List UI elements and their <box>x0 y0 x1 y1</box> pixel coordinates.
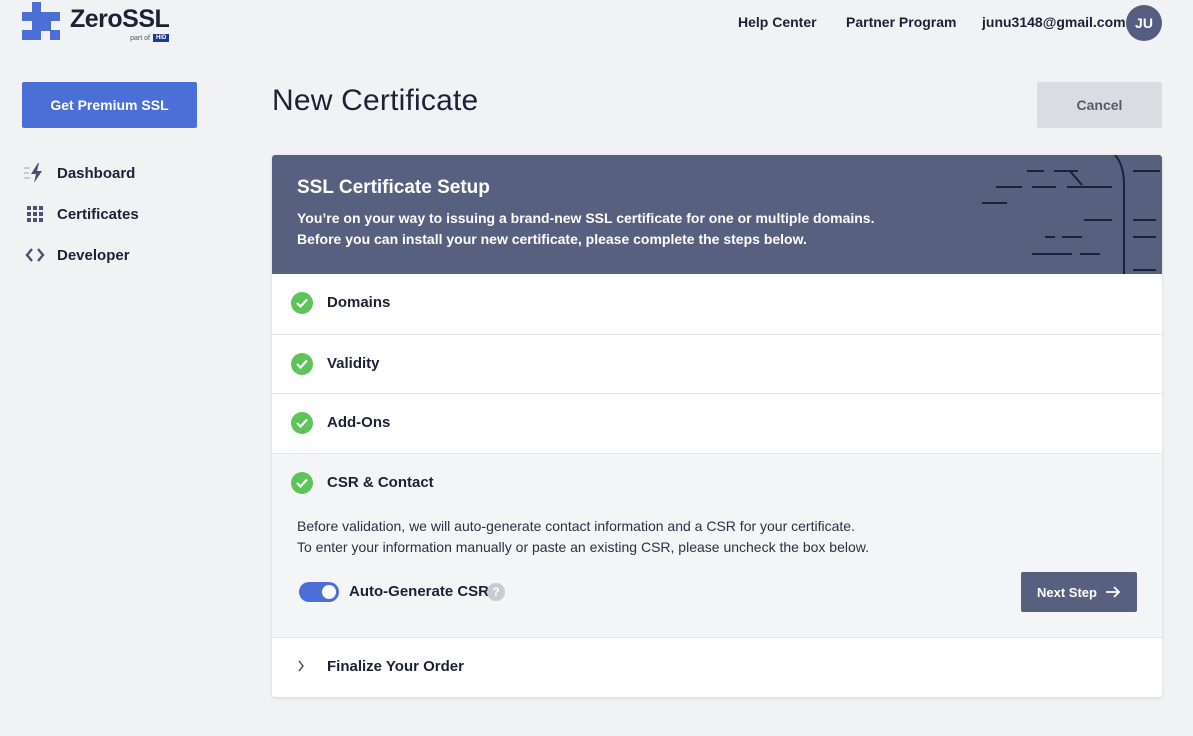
step-label: Domains <box>327 294 391 311</box>
auto-generate-csr-toggle[interactable] <box>299 582 339 602</box>
next-step-button[interactable]: Next Step <box>1021 572 1137 612</box>
step-label[interactable]: CSR & Contact <box>327 474 434 491</box>
check-circle-icon <box>291 472 313 494</box>
sidebar-item-dashboard[interactable]: Dashboard <box>24 163 135 183</box>
step-validity[interactable]: Validity <box>272 334 1162 394</box>
step-label: Validity <box>327 355 380 372</box>
setup-banner: SSL Certificate Setup You’re on your way… <box>272 155 1162 274</box>
grid-dots-icon <box>24 204 46 224</box>
sidebar-item-developer[interactable]: Developer <box>24 245 130 265</box>
get-premium-ssl-button[interactable]: Get Premium SSL <box>22 82 197 128</box>
user-avatar[interactable]: JU <box>1126 5 1162 41</box>
check-circle-icon <box>291 292 313 314</box>
chevron-right-icon <box>297 659 305 675</box>
help-question-icon[interactable]: ? <box>487 583 505 601</box>
step-add-ons[interactable]: Add-Ons <box>272 393 1162 453</box>
banner-title: SSL Certificate Setup <box>297 177 490 198</box>
brand-name: ZeroSSL <box>70 5 170 33</box>
hid-badge: HID <box>152 34 170 42</box>
sidebar-item-label: Developer <box>57 246 130 264</box>
step-csr-contact: CSR & Contact Before validation, we will… <box>272 453 1162 637</box>
banner-line-2: Before you can install your new certific… <box>297 231 807 247</box>
csr-description-2: To enter your information manually or pa… <box>297 539 869 555</box>
banner-line-1: You’re on your way to issuing a brand-ne… <box>297 210 875 226</box>
step-domains[interactable]: Domains <box>272 274 1162 334</box>
step-finalize-order[interactable]: Finalize Your Order <box>272 637 1162 697</box>
next-step-label: Next Step <box>1037 584 1097 600</box>
logo-mark-icon <box>22 2 60 40</box>
page-title: New Certificate <box>272 84 479 117</box>
arrow-right-icon <box>1105 586 1121 598</box>
zerossl-logo[interactable]: ZeroSSL part of HID <box>22 2 170 42</box>
step-label: Add-Ons <box>327 414 391 431</box>
sidebar-item-certificates[interactable]: Certificates <box>24 204 139 224</box>
check-circle-icon <box>291 353 313 375</box>
cancel-button[interactable]: Cancel <box>1037 82 1162 128</box>
csr-description-1: Before validation, we will auto-generate… <box>297 518 855 534</box>
code-brackets-icon <box>24 245 46 265</box>
certificate-setup-card: SSL Certificate Setup You’re on your way… <box>272 155 1162 697</box>
brand-sub-prefix: part of <box>130 34 150 42</box>
sidebar-item-label: Certificates <box>57 205 139 223</box>
check-circle-icon <box>291 412 313 434</box>
auto-generate-csr-label: Auto-Generate CSR <box>349 583 490 600</box>
sidebar-item-label: Dashboard <box>57 164 136 182</box>
step-label: Finalize Your Order <box>327 658 464 675</box>
help-center-link[interactable]: Help Center <box>738 14 817 30</box>
account-email[interactable]: junu3148@gmail.com <box>982 14 1126 30</box>
decorative-lines-icon <box>982 155 1160 274</box>
partner-program-link[interactable]: Partner Program <box>846 14 956 30</box>
bolt-icon <box>24 163 46 183</box>
